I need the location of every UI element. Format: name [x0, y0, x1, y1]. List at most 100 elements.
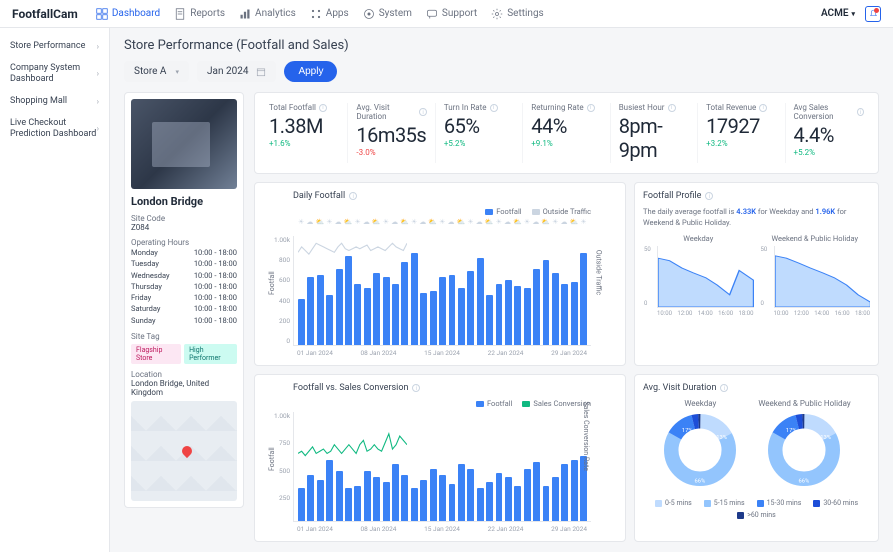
weather-icon: ☀	[354, 218, 360, 226]
site-image	[131, 99, 237, 189]
svg-text:66%: 66%	[799, 479, 810, 485]
daily-footfall-chart: ☀☁⛅☀☁⛅☀☁⛅☀☁⛅☀☁⛅☀☁⛅☀☁⛅☀☁⛅☀☁⛅☀☁⛅☀ 1.00k800…	[293, 236, 591, 346]
system-icon	[363, 8, 375, 20]
nav-reports[interactable]: Reports	[174, 8, 225, 20]
x-axis-ticks: 01 Jan 202408 Jan 202415 Jan 202422 Jan …	[293, 349, 591, 357]
swatch-icon	[522, 401, 530, 407]
kpi-label: Avg. Visit Duration i	[356, 103, 426, 121]
nav-apps[interactable]: Apps	[310, 8, 349, 20]
bar	[373, 273, 380, 345]
profile-weekend-chart: Weekend & Public Holiday 500 10:0012:001…	[760, 234, 871, 317]
info-icon[interactable]: i	[419, 108, 427, 116]
info-icon[interactable]: i	[490, 104, 498, 112]
bar	[571, 460, 578, 521]
nav-system[interactable]: System	[363, 8, 412, 20]
nav-support[interactable]: Support	[426, 8, 477, 20]
footfall-profile-note: The daily average footfall is 4.33K for …	[643, 207, 870, 228]
tag: Flagship Store	[131, 344, 181, 364]
bar	[552, 273, 559, 345]
legend-item: 0-5 mins	[655, 499, 692, 507]
bar	[477, 488, 484, 521]
weather-icon: ⛅	[372, 218, 381, 226]
swatch-icon	[485, 209, 493, 215]
kpi-delta: +3.2%	[706, 139, 776, 148]
mini-x-ticks: 10:0012:0014:0016:0018:00	[657, 310, 754, 317]
info-icon[interactable]: i	[705, 192, 713, 200]
support-icon	[426, 8, 438, 20]
site-map[interactable]	[131, 401, 237, 501]
weather-icon: ⛅	[428, 218, 437, 226]
hours-row: Monday10:00 - 18:00	[131, 247, 237, 258]
sidebar-item-checkout-prediction[interactable]: Live Checkout Prediction Dashboard›	[0, 113, 109, 146]
bar	[430, 291, 437, 346]
info-icon[interactable]: i	[668, 104, 676, 112]
bar	[467, 271, 474, 345]
bar	[336, 471, 343, 521]
sidebar-item-company-dashboard[interactable]: Company System Dashboard›	[0, 58, 109, 91]
site-code-label: Site Code	[131, 214, 237, 223]
info-icon[interactable]: i	[349, 192, 357, 200]
kpi-label: Turn In Rate i	[444, 103, 514, 112]
nav-dashboard[interactable]: Dashboard	[96, 8, 160, 20]
kpi-value: 4.4%	[794, 123, 864, 147]
kpi-value: 44%	[531, 114, 601, 138]
nav-analytics[interactable]: Analytics	[239, 8, 296, 20]
weather-icon: ⛅	[513, 218, 522, 226]
bar	[392, 284, 399, 345]
tag-label: Site Tag	[131, 332, 237, 341]
legend-item: Footfall	[476, 399, 512, 408]
profile-weekday-chart: Weekday 500 10:0012:0014:0016:0018:00	[643, 234, 754, 317]
bar	[496, 473, 503, 521]
bar	[336, 269, 343, 345]
info-icon[interactable]: i	[587, 104, 595, 112]
info-icon[interactable]: i	[319, 104, 327, 112]
swatch-icon	[655, 500, 662, 507]
period-select[interactable]: Jan 2024	[197, 61, 276, 82]
kpi-label: Total Revenue i	[706, 103, 776, 112]
daily-footfall-legend: Footfall Outside Traffic	[293, 207, 591, 216]
legend-item: 30-60 mins	[813, 499, 858, 507]
weather-icon: ⛅	[570, 218, 579, 226]
hours-row: Thursday10:00 - 18:00	[131, 281, 237, 292]
kpi-row: Total Footfall i1.38M+1.6%Avg. Visit Dur…	[254, 92, 879, 174]
store-select[interactable]: Store A▾	[124, 61, 189, 82]
daily-footfall-card: Daily Footfalli Footfall Outside Traffic…	[254, 182, 626, 366]
footfall-vs-sales-legend: Footfall Sales Conversion	[293, 399, 591, 408]
info-icon[interactable]: i	[720, 384, 728, 392]
svg-text:17%: 17%	[786, 428, 797, 434]
bar	[411, 488, 418, 521]
weather-icon: ☀	[411, 218, 417, 226]
kpi-value: 65%	[444, 114, 514, 138]
kpi-delta: +9.1%	[531, 139, 601, 148]
weather-icon: ⛅	[344, 218, 353, 226]
swatch-icon	[704, 500, 711, 507]
bar	[514, 286, 521, 345]
donut-charts: Weekday 17% 66% 13%	[643, 399, 870, 491]
weather-icon: ☁	[560, 218, 567, 226]
nav-settings[interactable]: Settings	[491, 8, 544, 20]
bar	[524, 469, 531, 521]
svg-text:13%: 13%	[821, 435, 832, 441]
info-icon[interactable]: i	[759, 104, 767, 112]
bar	[345, 488, 352, 521]
area-svg	[775, 246, 871, 307]
swatch-icon	[476, 401, 484, 407]
account-menu[interactable]: ACME▾	[821, 8, 855, 19]
weather-icon: ⛅	[541, 218, 550, 226]
bar	[411, 253, 418, 345]
bar	[467, 469, 474, 521]
legend-item: 15-30 mins	[757, 499, 802, 507]
notifications-button[interactable]	[865, 6, 881, 22]
apply-button[interactable]: Apply	[284, 61, 337, 82]
bar	[477, 258, 484, 345]
info-icon[interactable]: i	[857, 108, 864, 116]
info-icon[interactable]: i	[412, 384, 420, 392]
chevron-right-icon: ›	[97, 42, 99, 52]
sidebar-item-store-performance[interactable]: Store Performance›	[0, 36, 109, 58]
legend-item: Outside Traffic	[532, 207, 591, 216]
outside-traffic-line	[298, 236, 407, 345]
bar	[307, 277, 314, 345]
svg-text:66%: 66%	[695, 479, 706, 485]
sidebar-item-shopping-mall[interactable]: Shopping Mall›	[0, 91, 109, 113]
swatch-icon	[757, 500, 764, 507]
